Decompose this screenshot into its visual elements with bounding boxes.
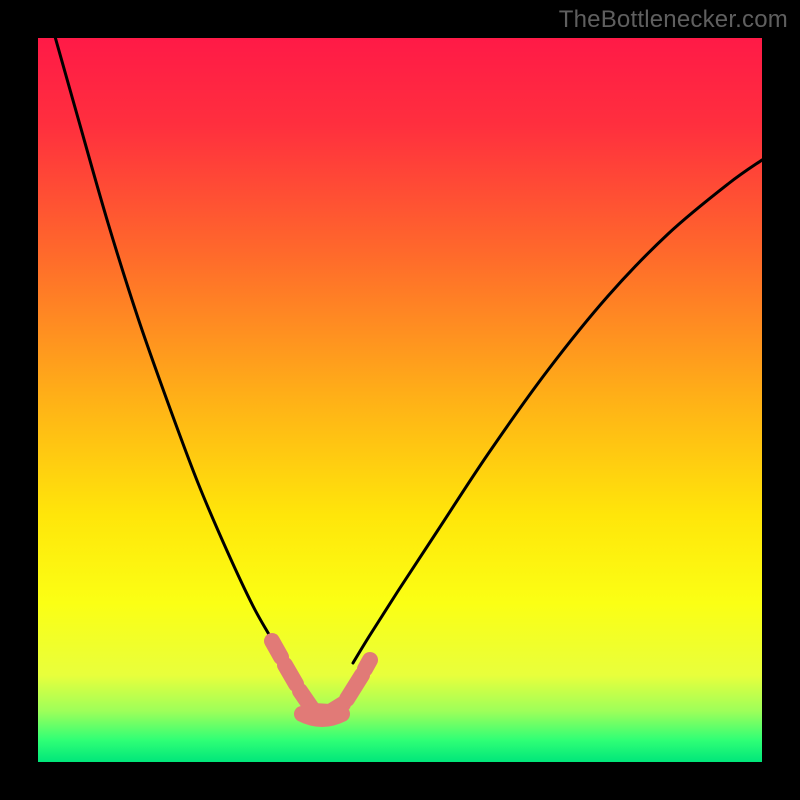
bottleneck-chart [38, 38, 762, 762]
plot-area [38, 38, 762, 762]
dot-segment-5 [365, 660, 370, 669]
dot-floor [302, 714, 342, 719]
gradient-background [38, 38, 762, 762]
dot-segment-1 [285, 665, 296, 684]
outer-frame: TheBottlenecker.com [0, 0, 800, 800]
dot-segment-0 [272, 641, 281, 657]
watermark-text: TheBottlenecker.com [559, 6, 788, 34]
